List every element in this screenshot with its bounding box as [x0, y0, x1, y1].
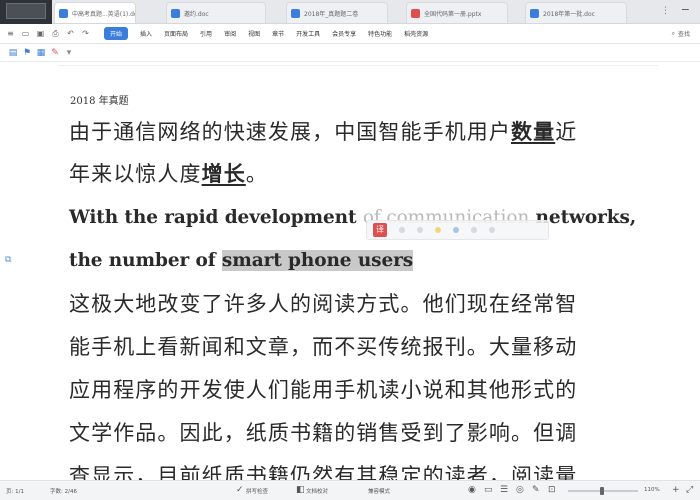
menu-layout[interactable]: 页面布局 [164, 29, 188, 38]
zoom-level[interactable]: 110% [644, 487, 660, 493]
menu-icon[interactable]: ≡ [6, 29, 15, 38]
tab-label: 中高考真题...英语(1).doc [72, 10, 136, 18]
tab-document-1[interactable]: 中高考真题...英语(1).doc × [54, 2, 136, 23]
menu-review[interactable]: 审阅 [224, 29, 236, 38]
save-icon[interactable]: ▣ [36, 29, 45, 38]
menu-developer[interactable]: 开发工具 [296, 29, 320, 38]
mini-tool-icon[interactable] [417, 227, 423, 233]
folder-icon[interactable]: ▭ [21, 29, 30, 38]
tab-bar: 中高考真题...英语(1).doc × 邀约.doc 2018年_真题题二卷 全… [0, 0, 700, 24]
text-run: 年来以惊人度 [69, 162, 202, 186]
text-line: 文学作品。因此，纸质书籍的销售受到了影响。但调 [69, 421, 578, 445]
toolbar: ▤ ⚑ ▦ ✎ ▾ [0, 44, 700, 62]
spellcheck-icon: ✓ [236, 485, 244, 495]
tab-document-2[interactable]: 邀约.doc [166, 2, 266, 23]
minimize-icon[interactable]: − [681, 3, 690, 16]
ribbon-menu: ≡ ▭ ▣ ⎙ ↶ ↷ 开始 插入 页面布局 引用 审阅 视图 章节 开发工具 … [0, 24, 700, 44]
document-icon [530, 8, 539, 18]
menu-insert[interactable]: 插入 [140, 29, 152, 38]
page-indicator[interactable]: 页: 1/1 [6, 487, 24, 495]
outline-view-icon[interactable]: ☰ [500, 485, 508, 495]
menu-features[interactable]: 特色功能 [368, 29, 392, 38]
menu-section[interactable]: 章节 [272, 29, 284, 38]
tab-label: 2018年_真题题二卷 [304, 10, 359, 18]
text-line: 应用程序的开发使人们能用手机读小说和其他形式的 [69, 378, 578, 402]
english-line: With the rapid development of communicat… [69, 207, 636, 228]
proofread-icon: ◧ [296, 485, 305, 495]
text-run: 由于通信网络的快速发展，中国智能手机用户 [69, 120, 511, 144]
tab-label: 邀约.doc [184, 10, 209, 18]
text-run: 近 [555, 120, 578, 144]
doc-check-button[interactable]: 文档校对 [306, 487, 328, 495]
menu-view[interactable]: 视图 [248, 29, 260, 38]
style-icon[interactable]: ▤ [8, 48, 18, 58]
text-line: 由于通信网络的快速发展，中国智能手机用户数量近 [69, 116, 577, 146]
tab-document-3[interactable]: 2018年_真题题二卷 [286, 2, 388, 23]
floating-mini-toolbar: 译 [366, 220, 549, 240]
document-heading: 2018 年真题 [70, 96, 129, 107]
mini-tool-icon[interactable] [489, 227, 495, 233]
menu-home[interactable]: 开始 [104, 27, 129, 40]
text-line: 能手机上看新闻和文章，而不买传统报刊。大量移动 [69, 335, 578, 359]
word-count[interactable]: 字数: 2/46 [50, 487, 77, 495]
text-line: 查显示，目前纸质书籍仍然有其稳定的读者，阅读量 [69, 464, 578, 480]
format-painter-icon[interactable]: ✎ [50, 48, 60, 58]
text-run: 。 [245, 162, 268, 186]
undo-icon[interactable]: ↶ [66, 29, 75, 38]
presentation-icon [411, 8, 420, 18]
page-top-edge [58, 62, 658, 66]
tab-presentation[interactable]: 全国代码第一册.pptx [406, 2, 508, 23]
keyword-underlined: 数量 [511, 119, 556, 144]
search-box[interactable]: ⌕ 查找 [671, 29, 690, 39]
document-canvas[interactable]: ⧉ 2018 年真题 由于通信网络的快速发展，中国智能手机用户数量近 年来以惊人… [0, 62, 700, 480]
zoom-in-icon[interactable]: + [672, 485, 680, 495]
document-icon [171, 8, 180, 18]
web-view-icon[interactable]: ◎ [516, 485, 524, 495]
selected-text[interactable]: smart phone users [221, 250, 413, 271]
search-icon: ⌕ [671, 29, 675, 37]
zoom-slider-thumb[interactable] [600, 487, 604, 495]
menu-member[interactable]: 会员专享 [332, 29, 356, 38]
document-icon [291, 8, 300, 18]
flag-icon[interactable]: ⚑ [22, 48, 32, 58]
more-icon[interactable]: ⋮ [661, 6, 670, 16]
eye-icon[interactable]: ◉ [468, 485, 476, 495]
spell-check-button[interactable]: 拼写检查 [246, 487, 268, 495]
translate-button[interactable]: 译 [373, 223, 387, 237]
status-bar: 页: 1/1 字数: 2/46 ✓ 拼写检查 ◧ 文档校对 兼容模式 ◉ ▭ ☰… [0, 480, 700, 500]
menu-references[interactable]: 引用 [200, 29, 212, 38]
layout-icon[interactable]: ▦ [36, 48, 46, 58]
page-view-icon[interactable]: ▭ [484, 485, 493, 495]
edit-icon[interactable]: ✎ [532, 485, 540, 495]
compat-mode-label: 兼容模式 [368, 489, 391, 495]
tab-document-4[interactable]: 2018年第一批.doc [525, 2, 627, 23]
text-line: 这极大地改变了许多人的阅读方式。他们现在经常智 [69, 292, 578, 316]
english-line: the number of smart phone users [69, 250, 413, 271]
mini-tool-icon[interactable] [399, 227, 405, 233]
tab-label: 全国代码第一册.pptx [424, 10, 482, 18]
mini-tool-icon[interactable] [471, 227, 477, 233]
tab-label: 2018年第一批.doc [543, 10, 595, 18]
fit-page-icon[interactable]: ⤢ [686, 485, 693, 495]
search-label: 查找 [677, 31, 690, 38]
menu-resources[interactable]: 稻壳资源 [404, 29, 428, 38]
document-icon [59, 8, 68, 18]
redo-icon[interactable]: ↷ [81, 29, 90, 38]
keyword-underlined: 增长 [201, 161, 246, 186]
text-run: With the rapid development [69, 207, 363, 228]
color-icon[interactable] [453, 227, 459, 233]
text-line: 年来以惊人度增长。 [69, 158, 268, 188]
dropdown-icon[interactable]: ▾ [64, 48, 74, 58]
text-run: the number of [69, 250, 222, 271]
focus-mode-icon[interactable]: ⊡ [548, 485, 556, 495]
print-icon[interactable]: ⎙ [51, 29, 60, 38]
highlight-icon[interactable] [435, 227, 441, 233]
window-thumbnail[interactable] [0, 0, 52, 24]
paragraph-marker-icon[interactable]: ⧉ [5, 255, 11, 265]
